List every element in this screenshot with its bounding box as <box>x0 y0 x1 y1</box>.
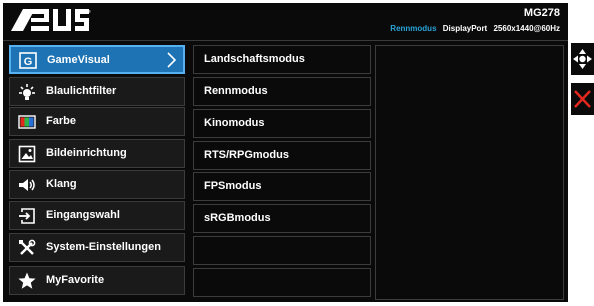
menu-label-bildeinrichtung: Bildeinrichtung <box>46 147 127 159</box>
osd-header: ® MG278 Rennmodus DisplayPort 2560x1440@… <box>3 3 568 41</box>
current-mode: Rennmodus <box>390 24 437 33</box>
header-divider <box>3 40 568 41</box>
input-port: DisplayPort <box>442 24 488 33</box>
asus-logo: ® <box>11 9 91 31</box>
move-arrows-icon <box>573 49 592 69</box>
sub-label: FPSmodus <box>204 180 262 192</box>
navigate-key[interactable] <box>571 43 594 75</box>
menu-label-myfavorite: MyFavorite <box>46 274 105 286</box>
sub-item-empty-2 <box>193 268 371 297</box>
status-line: Rennmodus DisplayPort 2560x1440@60Hz <box>390 24 560 33</box>
menu-item-gamevisual[interactable]: G GameVisual <box>9 45 185 74</box>
star-icon <box>18 272 36 289</box>
resolution: 2560x1440@60Hz <box>493 24 560 33</box>
sub-label: Landschaftsmodus <box>204 53 305 65</box>
sub-item-empty-1 <box>193 236 371 265</box>
speaker-icon <box>19 179 35 191</box>
menu-label-system-einstellungen: System-Einstellungen <box>46 241 161 253</box>
input-select-icon <box>19 208 35 224</box>
side-key-guide <box>571 43 594 116</box>
sub-item-kinomodus[interactable]: Kinomodus <box>193 109 371 138</box>
svg-text:G: G <box>24 56 33 68</box>
model-name: MG278 <box>523 7 560 19</box>
gamevisual-icon: G <box>19 52 37 69</box>
menu-label-klang: Klang <box>46 178 77 190</box>
tools-icon <box>19 239 36 255</box>
sub-menu: Landschaftsmodus Rennmodus Kinomodus RTS… <box>193 45 371 303</box>
color-icon <box>18 115 36 129</box>
menu-item-klang[interactable]: Klang <box>9 170 185 199</box>
menu-label-gamevisual: GameVisual <box>47 54 110 66</box>
svg-text:®: ® <box>88 9 91 14</box>
sub-label: RTS/RPGmodus <box>204 149 289 161</box>
sub-label: sRGBmodus <box>204 212 271 224</box>
sub-item-srgbmodus[interactable]: sRGBmodus <box>193 204 371 233</box>
preview-panel <box>375 45 564 300</box>
menu-label-eingangswahl: Eingangswahl <box>46 209 120 221</box>
menu-item-eingangswahl[interactable]: Eingangswahl <box>9 201 185 230</box>
main-menu: G GameVisual Blaulichtfilter Farbe Bilde… <box>9 45 185 300</box>
menu-item-blaulichtfilter[interactable]: Blaulichtfilter <box>9 77 185 106</box>
menu-label-blaulichtfilter: Blaulichtfilter <box>46 85 117 97</box>
sub-label: Kinomodus <box>204 117 265 129</box>
sub-item-rennmodus[interactable]: Rennmodus <box>193 77 371 106</box>
blue-light-filter-icon <box>19 84 35 100</box>
sub-item-rts-rpgmodus[interactable]: RTS/RPGmodus <box>193 141 371 170</box>
sub-item-landschaftsmodus[interactable]: Landschaftsmodus <box>193 45 371 74</box>
osd-window: ® MG278 Rennmodus DisplayPort 2560x1440@… <box>3 3 568 302</box>
menu-item-bildeinrichtung[interactable]: Bildeinrichtung <box>9 139 185 168</box>
menu-label-farbe: Farbe <box>46 115 76 127</box>
close-key[interactable] <box>571 83 594 115</box>
sub-item-fpsmodus[interactable]: FPSmodus <box>193 172 371 201</box>
sub-label: Rennmodus <box>204 85 268 97</box>
menu-item-myfavorite[interactable]: MyFavorite <box>9 266 185 295</box>
menu-item-farbe[interactable]: Farbe <box>9 107 185 136</box>
menu-item-system-einstellungen[interactable]: System-Einstellungen <box>9 233 185 262</box>
chevron-right-icon <box>167 52 177 68</box>
close-icon <box>574 90 591 108</box>
image-setup-icon <box>18 145 36 163</box>
